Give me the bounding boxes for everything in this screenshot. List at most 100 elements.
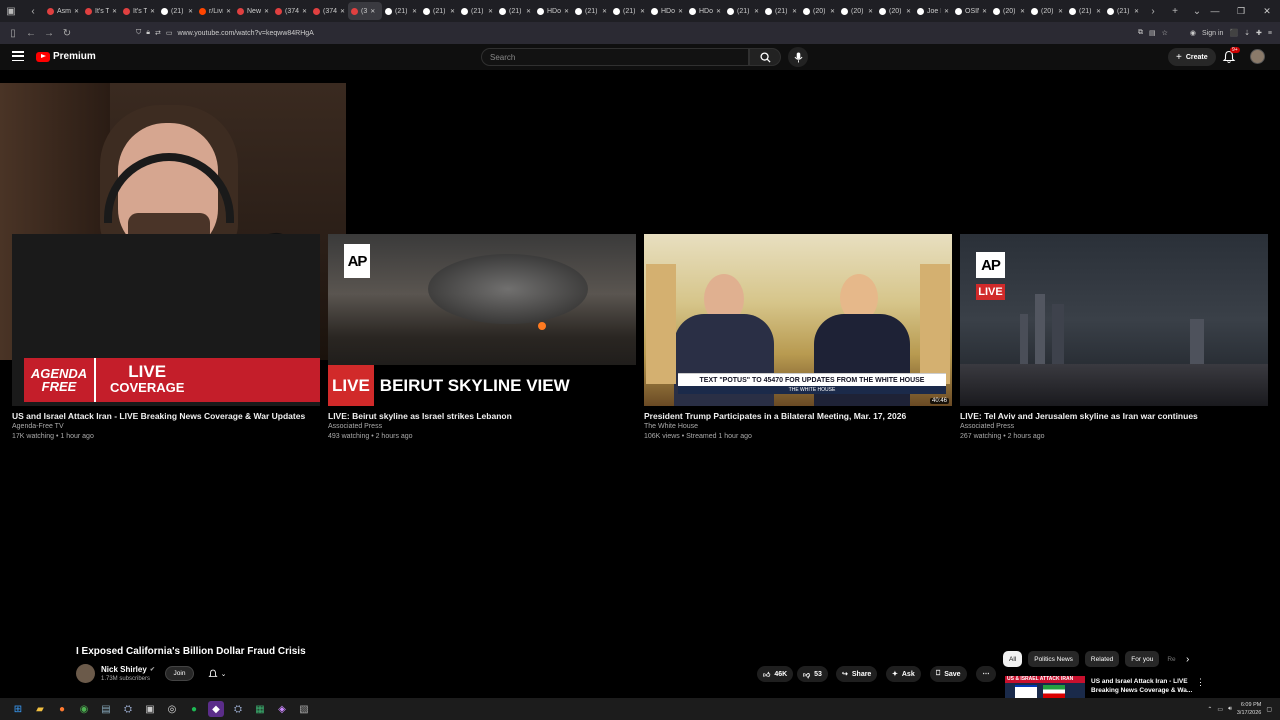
browser-tab[interactable]: (21) S✕ [496,2,534,20]
shield-icon[interactable]: ⛉ [136,29,141,37]
youtube-logo[interactable]: Premium [36,51,96,62]
notification-center-icon[interactable]: ▢ [1266,706,1272,713]
browser-tab[interactable]: (21) H✕ [420,2,458,20]
browser-tab[interactable]: (21) H✕ [382,2,420,20]
chrome-icon[interactable]: ◉ [76,701,92,717]
browser-tab[interactable]: It's Ti✕ [82,2,120,20]
tab-close-icon[interactable]: ✕ [74,8,79,15]
share-button[interactable]: ↪ Share [836,666,878,682]
video-title[interactable]: US and Israel Attack Iran - LIVE Breakin… [12,411,305,421]
obs-icon[interactable]: ◎ [164,701,180,717]
video-channel[interactable]: Agenda-Free TV [12,423,64,430]
browser-tab[interactable]: (21) H✕ [458,2,496,20]
menu-icon[interactable]: ≡ [1268,30,1272,37]
tab-close-icon[interactable]: ✕ [340,8,345,15]
subscription-bell-button[interactable]: ⌄ [200,666,234,681]
tab-scroll-right-icon[interactable]: › [1142,0,1164,22]
browser-tab[interactable]: (21) K✕ [762,2,800,20]
tab-close-icon[interactable]: ✕ [150,8,155,15]
extensions-puzzle-icon[interactable]: ✚ [1256,29,1262,37]
tab-close-icon[interactable]: ✕ [602,8,607,15]
minimize-icon[interactable]: — [1202,6,1228,16]
guide-menu-icon[interactable] [12,51,24,61]
reload-icon[interactable]: ↻ [58,24,76,42]
active-app-icon[interactable]: ◆ [208,701,224,717]
user-avatar[interactable] [1250,49,1265,64]
tab-close-icon[interactable]: ✕ [1020,8,1025,15]
bookmark-star-icon[interactable]: ☆ [1162,29,1168,37]
browser-tab[interactable]: (374)✕ [310,2,348,20]
browser-tab[interactable]: (374)✕ [272,2,310,20]
chevron-right-icon[interactable]: › [1186,654,1189,665]
join-button[interactable]: Join [165,666,194,681]
browser-tab[interactable]: (20) H✕ [800,2,838,20]
lock-icon[interactable]: 🔒︎ [146,29,150,37]
browser-tab[interactable]: (20) H✕ [1028,2,1066,20]
chip-recently-uploaded[interactable]: Re [1165,651,1179,667]
browser-tab[interactable]: It's Ti✕ [120,2,158,20]
recommended-thumbnail[interactable]: US & ISRAEL ATTACK IRAN [1005,676,1085,698]
tab-close-icon[interactable]: ✕ [678,8,683,15]
tab-close-icon[interactable]: ✕ [188,8,193,15]
chip-politics-news[interactable]: Politics News [1028,651,1079,667]
browser-tab[interactable]: r/Livi ✕ [196,2,234,20]
tab-close-icon[interactable]: ✕ [370,8,375,15]
tab-close-icon[interactable]: ✕ [792,8,797,15]
forward-icon[interactable]: → [40,24,58,42]
tab-close-icon[interactable]: ✕ [112,8,117,15]
browser-tab[interactable]: (20) H✕ [990,2,1028,20]
account-icon[interactable]: ◉ [1190,29,1196,37]
downloads-icon[interactable]: ⇣ [1244,29,1250,37]
volume-icon[interactable]: 🔊︎ [1228,706,1232,713]
dislike-button[interactable]: 👎︎ 53 [797,666,828,682]
video-title[interactable]: LIVE: Beirut skyline as Israel strikes L… [328,411,512,421]
voice-search-button[interactable] [788,47,808,67]
tab-close-icon[interactable]: ✕ [982,8,987,15]
app-icon[interactable]: ▣ [142,701,158,717]
restore-icon[interactable]: ❐ [1228,6,1254,17]
ask-button[interactable]: ✦ Ask [886,666,921,682]
browser-tab[interactable]: (21) S✕ [572,2,610,20]
video-channel[interactable]: The White House [644,423,698,430]
video-thumbnail[interactable]: AP LIVE BEIRUT SKYLINE VIEW [328,234,636,406]
channel-avatar[interactable] [76,664,95,683]
chip-all[interactable]: All [1003,651,1023,667]
tab-close-icon[interactable]: ✕ [526,8,531,15]
extension-icon[interactable]: ⬛ [1229,29,1238,37]
back-icon[interactable]: ← [22,24,40,42]
close-window-icon[interactable]: ✕ [1254,6,1280,17]
tab-close-icon[interactable]: ✕ [906,8,911,15]
browser-tab[interactable]: HDoi✕ [648,2,686,20]
network-icon[interactable]: ▭ [1217,706,1223,713]
tab-close-icon[interactable]: ✕ [830,8,835,15]
editor-icon[interactable]: ▧ [296,701,312,717]
browser-tab[interactable]: (21) B✕ [724,2,762,20]
browser-tab[interactable]: HDoi✕ [534,2,572,20]
video-thumbnail[interactable]: AGENDA FREE LIVE COVERAGE [12,234,320,406]
chip-for-you[interactable]: For you [1125,651,1160,667]
new-tab-icon[interactable]: + [1164,0,1186,22]
tab-close-icon[interactable]: ✕ [944,8,949,15]
url-bar[interactable]: ⛉ 🔒︎ ⇄ ▭ www.youtube.com/watch?v=keqww84… [136,25,1126,41]
video-title[interactable]: LIVE: Tel Aviv and Jerusalem skyline as … [960,411,1198,421]
recommended-title[interactable]: US and Israel Attack Iran - LIVE Breakin… [1091,677,1195,695]
firefox-icon[interactable]: ● [54,701,70,717]
like-button[interactable]: 👍︎ 46K [757,666,794,682]
tab-close-icon[interactable]: ✕ [868,8,873,15]
media-app-icon[interactable]: ◈ [274,701,290,717]
page-info-icon[interactable]: ▭ [166,29,173,37]
sign-in-label[interactable]: Sign in [1202,30,1223,37]
permissions-icon[interactable]: ⇄ [155,29,161,37]
browser-tab[interactable]: (3 ✕ [348,2,382,20]
browser-tab[interactable]: (20) H✕ [838,2,876,20]
chip-related[interactable]: Related [1084,651,1120,667]
tab-close-icon[interactable]: ✕ [450,8,455,15]
more-vertical-icon[interactable]: ⋮ [1196,677,1205,688]
steam-client-icon[interactable]: ⛭ [230,701,246,717]
tab-close-icon[interactable]: ✕ [226,8,231,15]
browser-tab[interactable]: (21) S✕ [610,2,648,20]
notepad-icon[interactable]: ▤ [98,701,114,717]
browser-tab[interactable]: OSIN✕ [952,2,990,20]
search-input[interactable]: Search [481,48,749,66]
tab-close-icon[interactable]: ✕ [264,8,269,15]
